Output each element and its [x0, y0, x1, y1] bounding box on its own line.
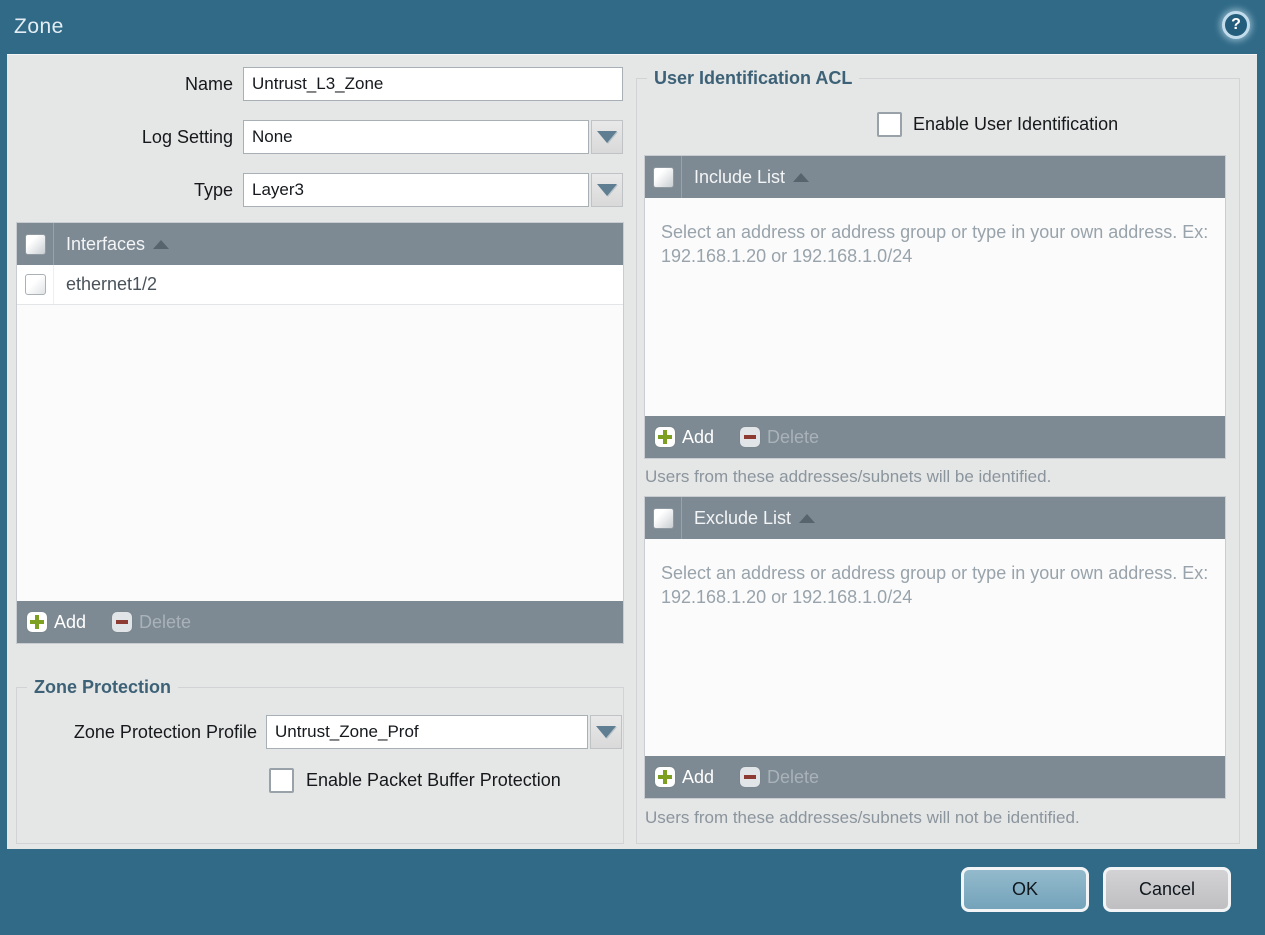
enable-user-identification-checkbox[interactable] — [877, 112, 902, 137]
include-list-placeholder: Select an address or address group or ty… — [661, 222, 1209, 267]
type-label: Type — [193, 180, 233, 200]
zone-protection-legend: Zone Protection — [27, 677, 179, 698]
minus-icon — [740, 427, 761, 447]
packet-buffer-protection-label: Enable Packet Buffer Protection — [306, 770, 561, 790]
cancel-button[interactable]: Cancel — [1103, 867, 1231, 912]
interface-row-checkbox[interactable] — [24, 274, 46, 295]
user-identification-section: User Identification ACL Enable User Iden… — [636, 68, 1240, 844]
sort-ascending-icon[interactable] — [799, 513, 816, 523]
include-list-column-header[interactable]: Include List — [694, 167, 785, 188]
plus-icon — [655, 767, 675, 787]
table-row[interactable]: ethernet1/2 — [17, 265, 623, 305]
exclude-list-header: Exclude List — [645, 497, 1225, 539]
chevron-down-icon — [597, 184, 617, 196]
exclude-list-footer: Add Delete — [645, 756, 1225, 798]
interfaces-table-header: Interfaces — [17, 223, 623, 265]
minus-icon — [112, 612, 133, 632]
include-select-all-checkbox[interactable] — [652, 166, 674, 188]
chevron-down-icon — [596, 726, 616, 738]
zone-protection-profile-dropdown-button[interactable] — [590, 715, 622, 749]
exclude-list-column-header[interactable]: Exclude List — [694, 508, 791, 529]
zone-protection-profile-input[interactable] — [266, 715, 588, 749]
include-list-table: Include List Select an address or addres… — [644, 155, 1226, 459]
include-list-body[interactable]: Select an address or address group or ty… — [645, 198, 1225, 416]
interfaces-table-footer: Add Delete — [17, 601, 623, 643]
log-setting-dropdown-button[interactable] — [591, 120, 623, 154]
exclude-list-placeholder: Select an address or address group or ty… — [661, 563, 1209, 608]
plus-icon — [27, 612, 47, 632]
interfaces-select-all-checkbox[interactable] — [24, 233, 46, 255]
zone-dialog-panel: Name Log Setting Type Interfaces — [7, 54, 1257, 849]
sort-ascending-icon[interactable] — [793, 172, 810, 182]
exclude-select-all-checkbox[interactable] — [652, 507, 674, 529]
include-list-header: Include List — [645, 156, 1225, 198]
include-add-button[interactable]: Add — [655, 427, 714, 448]
interfaces-delete-button[interactable]: Delete — [112, 612, 191, 633]
exclude-list-table: Exclude List Select an address or addres… — [644, 496, 1226, 799]
log-setting-label: Log Setting — [141, 127, 233, 147]
dialog-title: Zone — [14, 15, 64, 38]
exclude-list-caption: Users from these addresses/subnets will … — [645, 808, 1080, 827]
name-input[interactable] — [243, 67, 623, 101]
log-setting-input[interactable] — [243, 120, 589, 154]
exclude-list-body[interactable]: Select an address or address group or ty… — [645, 539, 1225, 756]
exclude-add-button[interactable]: Add — [655, 767, 714, 788]
chevron-down-icon — [597, 131, 617, 143]
user-identification-legend: User Identification ACL — [647, 68, 860, 89]
zone-protection-section: Zone Protection Zone Protection Profile … — [16, 677, 624, 844]
minus-icon — [740, 767, 761, 787]
zone-protection-profile-label: Zone Protection Profile — [73, 722, 257, 742]
include-list-footer: Add Delete — [645, 416, 1225, 458]
enable-user-identification-label: Enable User Identification — [913, 114, 1119, 134]
plus-icon — [655, 427, 675, 447]
interface-name: ethernet1/2 — [66, 274, 158, 294]
sort-ascending-icon[interactable] — [153, 239, 170, 249]
packet-buffer-protection-checkbox[interactable] — [269, 768, 294, 793]
include-delete-button[interactable]: Delete — [740, 427, 819, 448]
interfaces-table: Interfaces ethernet1/2 Add Delete — [16, 222, 624, 644]
interfaces-column-header[interactable]: Interfaces — [66, 234, 145, 255]
name-label: Name — [184, 74, 233, 94]
interfaces-add-button[interactable]: Add — [27, 612, 86, 633]
help-icon[interactable]: ? — [1222, 11, 1250, 39]
type-dropdown-button[interactable] — [591, 173, 623, 207]
interfaces-table-body: ethernet1/2 — [17, 265, 623, 601]
help-icon-glyph: ? — [1231, 16, 1241, 33]
ok-button[interactable]: OK — [961, 867, 1089, 912]
type-input[interactable] — [243, 173, 589, 207]
include-list-caption: Users from these addresses/subnets will … — [645, 467, 1052, 486]
exclude-delete-button[interactable]: Delete — [740, 767, 819, 788]
